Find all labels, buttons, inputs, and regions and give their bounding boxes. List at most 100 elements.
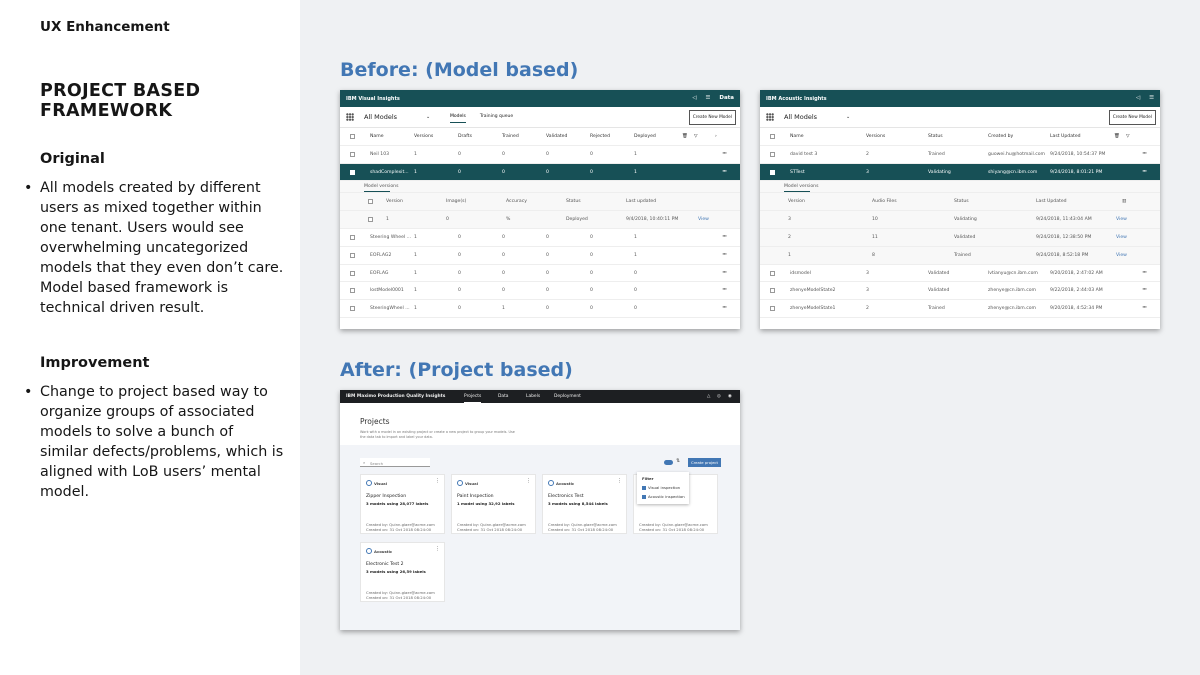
column-header[interactable]: Last Updated: [1050, 134, 1081, 139]
column-header[interactable]: Image(s): [446, 199, 466, 204]
tab-model-versions[interactable]: Model versions: [784, 184, 818, 189]
overflow-menu-icon[interactable]: ⋮: [435, 478, 440, 484]
filter-icon[interactable]: ▽: [1126, 134, 1130, 139]
project-card[interactable]: Acoustic ⋮ Electronic Test 2 3 models us…: [360, 542, 445, 602]
trash-icon[interactable]: 🗑: [1114, 134, 1120, 139]
row-checkbox[interactable]: [350, 169, 355, 175]
column-header[interactable]: Trained: [502, 134, 519, 139]
checkbox-checked-icon[interactable]: [642, 485, 646, 490]
sub-table-row[interactable]: 1 8 Trained 9/24/2018, 8:52:18 PM View: [760, 246, 1160, 265]
row-checkbox[interactable]: [770, 306, 775, 312]
model-selector[interactable]: All Models: [784, 113, 817, 121]
tab-training-queue[interactable]: Training queue: [480, 114, 513, 123]
filter-icon[interactable]: ⇅: [676, 458, 680, 464]
tab-model-versions[interactable]: Model versions: [364, 184, 398, 189]
column-header[interactable]: Drafts: [458, 134, 472, 139]
table-row[interactable]: idsmodel 3 Validated lvtianyu@cn.ibm.com…: [760, 265, 1160, 283]
view-link[interactable]: View: [1116, 217, 1127, 222]
overflow-menu-icon[interactable]: ···: [722, 233, 727, 240]
chevron-down-icon[interactable]: ⌄: [426, 114, 430, 120]
column-header[interactable]: Status: [954, 199, 969, 204]
column-header[interactable]: Versions: [866, 134, 885, 139]
create-project-button[interactable]: Create project: [688, 458, 722, 467]
megaphone-icon[interactable]: ◁: [692, 95, 696, 101]
table-row[interactable]: Neil 103 1 0 0 0 0 1 ···: [340, 146, 740, 164]
row-checkbox[interactable]: [770, 151, 775, 157]
overflow-menu-icon[interactable]: ⋮: [435, 546, 440, 552]
overflow-menu-icon[interactable]: ···: [722, 269, 727, 276]
table-row-selected[interactable]: STTest 3 Validating shiyang@cn.ibm.com 9…: [760, 163, 1160, 182]
menu-icon[interactable]: ☰: [705, 95, 710, 101]
overflow-menu-icon[interactable]: ···: [722, 150, 727, 157]
row-checkbox[interactable]: [770, 270, 775, 276]
chevron-down-icon[interactable]: ⌄: [846, 114, 850, 120]
select-all-checkbox[interactable]: [368, 199, 373, 205]
table-row[interactable]: zhenyeModelState1 2 Trained zhenye@cn.ib…: [760, 300, 1160, 318]
view-link[interactable]: View: [1116, 235, 1127, 240]
column-header[interactable]: Status: [566, 199, 581, 204]
overflow-menu-icon[interactable]: ⋮: [617, 478, 622, 484]
column-header[interactable]: Last Updated: [1036, 199, 1067, 204]
row-checkbox[interactable]: [350, 270, 355, 276]
row-checkbox[interactable]: [350, 306, 355, 312]
create-model-button[interactable]: Create New Model: [1108, 110, 1156, 125]
column-header[interactable]: Versions: [414, 134, 433, 139]
menu-icon[interactable]: ☰: [1149, 95, 1154, 101]
search-input[interactable]: ⌕ Search: [360, 458, 430, 467]
model-selector[interactable]: All Models: [364, 113, 397, 121]
filter-icon[interactable]: ▽: [694, 134, 698, 139]
overflow-menu-icon[interactable]: ···: [722, 304, 727, 311]
column-header[interactable]: Deployed: [634, 134, 656, 139]
overflow-menu-icon[interactable]: ···: [1142, 168, 1147, 175]
column-header[interactable]: Name: [790, 134, 804, 139]
table-row[interactable]: EOFLAG2 1 0 0 0 0 1 ···: [340, 247, 740, 265]
filter-option[interactable]: Visual inspection: [642, 485, 680, 490]
project-card[interactable]: Acoustic ⋮ Electronics Test 3 models usi…: [542, 474, 627, 534]
column-header[interactable]: Version: [386, 199, 403, 204]
row-checkbox[interactable]: [350, 288, 355, 294]
select-all-checkbox[interactable]: [770, 134, 775, 139]
bell-icon[interactable]: △: [707, 394, 710, 399]
view-link[interactable]: View: [698, 217, 709, 222]
tab-models[interactable]: Models: [450, 114, 466, 123]
column-header[interactable]: Validated: [546, 134, 567, 139]
data-link[interactable]: Data: [719, 95, 734, 101]
column-header[interactable]: Rejected: [590, 134, 610, 139]
row-checkbox[interactable]: [770, 288, 775, 294]
table-row[interactable]: Steering Wheel ... 1 0 0 0 0 1 ···: [340, 229, 740, 247]
column-header[interactable]: Created by: [988, 134, 1013, 139]
column-header[interactable]: Name: [370, 134, 384, 139]
row-checkbox[interactable]: [350, 252, 355, 258]
checkbox-checked-icon[interactable]: [642, 494, 646, 499]
overflow-menu-icon[interactable]: ⋮: [526, 478, 531, 484]
column-header[interactable]: Status: [928, 134, 943, 139]
project-card[interactable]: Visual ⋮ Zipper Inspection 3 models usin…: [360, 474, 445, 534]
sub-table-row[interactable]: 3 10 Validating 9/24/2018, 11:43:04 AM V…: [760, 211, 1160, 229]
table-row[interactable]: EOFLAG 1 0 0 0 0 0 ···: [340, 265, 740, 283]
filter-option[interactable]: Acoustic inspection: [642, 494, 685, 499]
overflow-menu-icon[interactable]: ···: [1142, 150, 1147, 157]
help-icon[interactable]: ◎: [717, 394, 721, 399]
sub-table-row[interactable]: 1 0 % Deployed 9/4/2018, 10:40:11 PM Vie…: [340, 211, 740, 229]
view-link[interactable]: View: [1116, 253, 1127, 258]
column-header[interactable]: Last updated: [626, 199, 656, 204]
create-model-button[interactable]: Create New Model: [688, 110, 736, 125]
overflow-menu-icon[interactable]: ···: [1142, 269, 1147, 276]
table-row[interactable]: david test 3 2 Trained guowei.hu@hotmail…: [760, 146, 1160, 164]
column-header[interactable]: Accuracy: [506, 199, 527, 204]
sub-table-row[interactable]: 2 11 Validated 9/24/2018, 12:38:50 PM Vi…: [760, 228, 1160, 247]
row-checkbox[interactable]: [770, 169, 775, 175]
nav-projects[interactable]: Projects: [464, 394, 482, 403]
nav-labels[interactable]: Labels: [526, 394, 540, 399]
trash-icon[interactable]: 🗑: [682, 134, 688, 139]
nav-data[interactable]: Data: [498, 394, 508, 399]
nav-deployment[interactable]: Deployment: [554, 394, 581, 399]
column-header[interactable]: Version: [788, 199, 805, 204]
megaphone-icon[interactable]: ◁: [1136, 95, 1140, 101]
column-header[interactable]: Audio Files: [872, 199, 897, 204]
row-checkbox[interactable]: [350, 151, 355, 157]
overflow-menu-icon[interactable]: ···: [1142, 304, 1147, 311]
table-row[interactable]: zhenyeModelState2 3 Validated zhenye@cn.…: [760, 282, 1160, 301]
grid-icon[interactable]: [346, 113, 354, 121]
overflow-menu-icon[interactable]: ···: [1142, 286, 1147, 293]
